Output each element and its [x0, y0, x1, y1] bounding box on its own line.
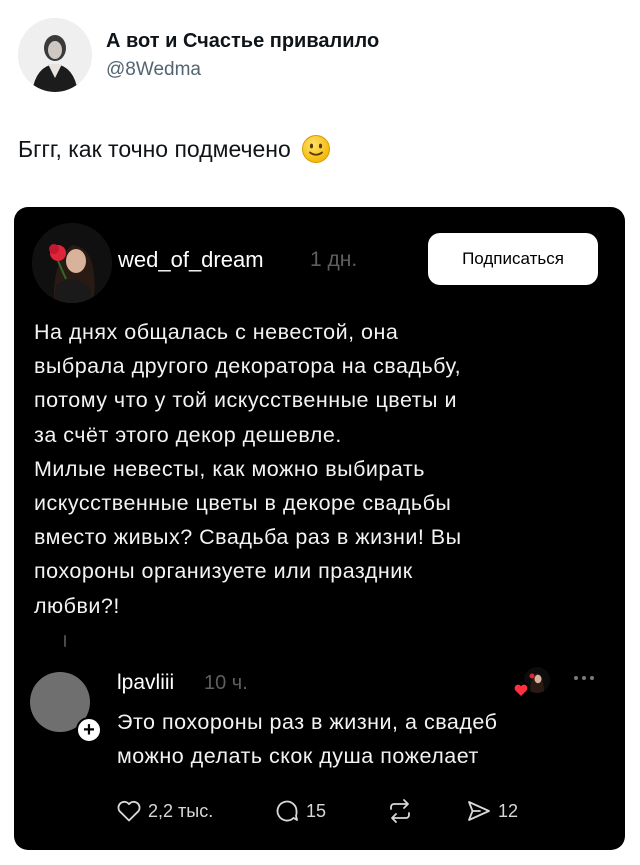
- tweet-text-content: Бггг, как точно подмечено: [18, 135, 291, 162]
- action-bar: 2,2 тыс. 15 12: [116, 796, 596, 826]
- post-body-line: любви?!: [34, 593, 120, 618]
- more-options-icon[interactable]: [572, 671, 596, 683]
- comment-bubble-icon: [276, 800, 298, 822]
- reply-body-line: Это похороны раз в жизни, а свадеб: [117, 710, 498, 734]
- reply-body: Это похороны раз в жизни, а свадеб можно…: [117, 705, 607, 773]
- post-body-line: выбрала другого декоратора на свадьбу,: [34, 354, 462, 379]
- post-body-line: вместо живых? Свадьба раз в жизни! Вы: [34, 525, 462, 550]
- share-button[interactable]: 12: [466, 796, 518, 826]
- reply-body-line: можно делать скок душа пожелает: [117, 744, 479, 768]
- reply-time: 10 ч.: [204, 672, 248, 694]
- post-body-line: за счёт этого декор дешевле.: [34, 422, 342, 447]
- author-avatar[interactable]: [18, 18, 92, 92]
- post-body-line: похороны организуете или праздник: [34, 559, 413, 584]
- post-body-line: потому что у той искусственные цветы и: [34, 388, 457, 413]
- embedded-post-screenshot: wed_of_dream 1 дн. Подписаться На днях о…: [14, 207, 625, 850]
- post-username[interactable]: wed_of_dream: [118, 247, 264, 273]
- share-count: 12: [498, 800, 519, 821]
- post-body-line: искусственные цветы в декоре свадьбы: [34, 491, 452, 516]
- post-body: На днях общалась с невестой, она выбрала…: [34, 315, 609, 623]
- tweet-text: Бггг, как точно подмечено: [18, 134, 331, 164]
- post-body-line: На днях общалась с невестой, она: [34, 320, 399, 344]
- author-name[interactable]: А вот и Счастье привалило: [106, 30, 379, 53]
- post-body-line: Милые невесты, как можно выбирать: [34, 456, 425, 481]
- like-count: 2,2 тыс.: [148, 800, 214, 821]
- reply-username[interactable]: lpavliii: [117, 671, 174, 695]
- tweet-header: А вот и Счастье привалило @8Wedma: [18, 16, 618, 96]
- send-icon: [468, 801, 490, 821]
- follow-button[interactable]: Подписаться: [428, 233, 598, 285]
- thread-connector-line: [64, 635, 66, 647]
- post-author-avatar[interactable]: [32, 223, 112, 303]
- like-button[interactable]: 2,2 тыс.: [116, 796, 213, 826]
- author-handle[interactable]: @8Wedma: [106, 59, 201, 81]
- repost-button[interactable]: [386, 796, 414, 826]
- repost-icon: [390, 799, 410, 823]
- comment-count: 15: [306, 800, 327, 821]
- slightly-smiling-face-icon: [301, 134, 331, 164]
- liked-heart-icon: [512, 681, 530, 699]
- comment-button[interactable]: 15: [274, 796, 326, 826]
- heart-icon: [117, 800, 141, 822]
- post-time: 1 дн.: [310, 248, 358, 271]
- follow-plus-icon[interactable]: +: [76, 717, 102, 743]
